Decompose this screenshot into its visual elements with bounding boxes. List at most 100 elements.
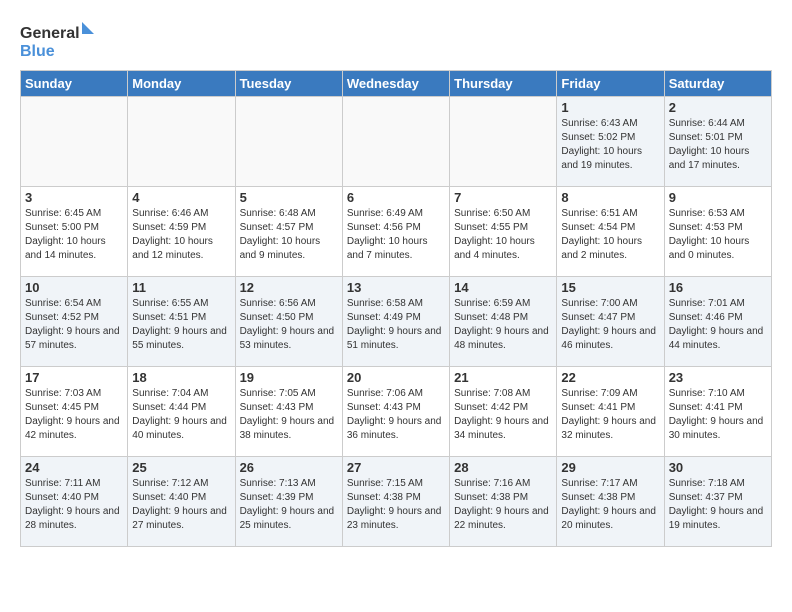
- day-info: Sunrise: 7:04 AM Sunset: 4:44 PM Dayligh…: [132, 387, 230, 443]
- header-thursday: Thursday: [450, 71, 557, 97]
- calendar-cell: 30Sunrise: 7:18 AM Sunset: 4:37 PM Dayli…: [664, 457, 771, 547]
- day-number: 6: [347, 190, 445, 205]
- day-info: Sunrise: 7:15 AM Sunset: 4:38 PM Dayligh…: [347, 477, 445, 533]
- calendar-cell: 16Sunrise: 7:01 AM Sunset: 4:46 PM Dayli…: [664, 277, 771, 367]
- day-number: 4: [132, 190, 230, 205]
- day-number: 5: [240, 190, 338, 205]
- day-number: 17: [25, 370, 123, 385]
- logo: GeneralBlue: [20, 20, 100, 60]
- day-number: 21: [454, 370, 552, 385]
- day-info: Sunrise: 6:59 AM Sunset: 4:48 PM Dayligh…: [454, 297, 552, 353]
- calendar-cell: 11 Sunrise: 6:55 AM Sunset: 4:51 PM Dayli…: [128, 277, 235, 367]
- calendar-cell: [128, 97, 235, 187]
- calendar-cell: [450, 97, 557, 187]
- calendar-cell: 28 Sunrise: 7:16 AM Sunset: 4:38 PM Dayli…: [450, 457, 557, 547]
- day-number: 12: [240, 280, 338, 295]
- week-row-0: 1 Sunrise: 6:43 AM Sunset: 5:02 PM Daylig…: [21, 97, 772, 187]
- header-saturday: Saturday: [664, 71, 771, 97]
- header-row: SundayMondayTuesdayWednesdayThursdayFrid…: [21, 71, 772, 97]
- calendar-cell: 18 Sunrise: 7:04 AM Sunset: 4:44 PM Dayli…: [128, 367, 235, 457]
- day-info: Sunrise: 7:11 AM Sunset: 4:40 PM Dayligh…: [25, 477, 123, 533]
- calendar-cell: 27 Sunrise: 7:15 AM Sunset: 4:38 PM Dayli…: [342, 457, 449, 547]
- calendar-cell: 15Sunrise: 7:00 AM Sunset: 4:47 PM Dayli…: [557, 277, 664, 367]
- day-info: Sunrise: 7:13 AM Sunset: 4:39 PM Dayligh…: [240, 477, 338, 533]
- day-info: Sunrise: 6:43 AM Sunset: 5:02 PM Dayligh…: [561, 117, 659, 173]
- calendar-cell: 21Sunrise: 7:08 AM Sunset: 4:42 PM Dayli…: [450, 367, 557, 457]
- day-number: 13: [347, 280, 445, 295]
- day-info: Sunrise: 7:06 AM Sunset: 4:43 PM Dayligh…: [347, 387, 445, 443]
- day-info: Sunrise: 6:50 AM Sunset: 4:55 PM Dayligh…: [454, 207, 552, 263]
- calendar-cell: 5 Sunrise: 6:48 AM Sunset: 4:57 PM Daylig…: [235, 187, 342, 277]
- day-number: 25: [132, 460, 230, 475]
- calendar-cell: 19 Sunrise: 7:05 AM Sunset: 4:43 PM Dayli…: [235, 367, 342, 457]
- day-info: Sunrise: 6:48 AM Sunset: 4:57 PM Dayligh…: [240, 207, 338, 263]
- day-info: Sunrise: 6:53 AM Sunset: 4:53 PM Dayligh…: [669, 207, 767, 263]
- day-info: Sunrise: 7:16 AM Sunset: 4:38 PM Dayligh…: [454, 477, 552, 533]
- calendar-cell: 6 Sunrise: 6:49 AM Sunset: 4:56 PM Daylig…: [342, 187, 449, 277]
- day-info: Sunrise: 7:17 AM Sunset: 4:38 PM Dayligh…: [561, 477, 659, 533]
- day-number: 29: [561, 460, 659, 475]
- day-number: 3: [25, 190, 123, 205]
- week-row-4: 24 Sunrise: 7:11 AM Sunset: 4:40 PM Dayli…: [21, 457, 772, 547]
- day-number: 24: [25, 460, 123, 475]
- day-number: 16: [669, 280, 767, 295]
- week-row-2: 10 Sunrise: 6:54 AM Sunset: 4:52 PM Dayli…: [21, 277, 772, 367]
- calendar-cell: 8Sunrise: 6:51 AM Sunset: 4:54 PM Daylig…: [557, 187, 664, 277]
- calendar-cell: 14 Sunrise: 6:59 AM Sunset: 4:48 PM Dayli…: [450, 277, 557, 367]
- calendar-cell: 9Sunrise: 6:53 AM Sunset: 4:53 PM Daylig…: [664, 187, 771, 277]
- calendar-cell: 22 Sunrise: 7:09 AM Sunset: 4:41 PM Dayli…: [557, 367, 664, 457]
- day-number: 23: [669, 370, 767, 385]
- calendar-cell: 1 Sunrise: 6:43 AM Sunset: 5:02 PM Daylig…: [557, 97, 664, 187]
- header-tuesday: Tuesday: [235, 71, 342, 97]
- day-number: 30: [669, 460, 767, 475]
- day-number: 28: [454, 460, 552, 475]
- calendar-cell: 3Sunrise: 6:45 AM Sunset: 5:00 PM Daylig…: [21, 187, 128, 277]
- calendar-cell: 29 Sunrise: 7:17 AM Sunset: 4:38 PM Dayli…: [557, 457, 664, 547]
- header-wednesday: Wednesday: [342, 71, 449, 97]
- calendar-cell: 10 Sunrise: 6:54 AM Sunset: 4:52 PM Dayli…: [21, 277, 128, 367]
- logo-svg: GeneralBlue: [20, 20, 100, 60]
- calendar-cell: 7 Sunrise: 6:50 AM Sunset: 4:55 PM Daylig…: [450, 187, 557, 277]
- calendar-cell: 24 Sunrise: 7:11 AM Sunset: 4:40 PM Dayli…: [21, 457, 128, 547]
- day-number: 18: [132, 370, 230, 385]
- header: GeneralBlue: [20, 20, 772, 60]
- day-number: 19: [240, 370, 338, 385]
- week-row-3: 17Sunrise: 7:03 AM Sunset: 4:45 PM Dayli…: [21, 367, 772, 457]
- calendar-cell: 2 Sunrise: 6:44 AM Sunset: 5:01 PM Daylig…: [664, 97, 771, 187]
- day-info: Sunrise: 7:00 AM Sunset: 4:47 PM Dayligh…: [561, 297, 659, 353]
- calendar-cell: [235, 97, 342, 187]
- day-number: 20: [347, 370, 445, 385]
- day-info: Sunrise: 7:12 AM Sunset: 4:40 PM Dayligh…: [132, 477, 230, 533]
- header-friday: Friday: [557, 71, 664, 97]
- day-number: 22: [561, 370, 659, 385]
- day-number: 26: [240, 460, 338, 475]
- calendar-cell: 4 Sunrise: 6:46 AM Sunset: 4:59 PM Daylig…: [128, 187, 235, 277]
- calendar-cell: 26 Sunrise: 7:13 AM Sunset: 4:39 PM Dayli…: [235, 457, 342, 547]
- calendar-cell: 20 Sunrise: 7:06 AM Sunset: 4:43 PM Dayli…: [342, 367, 449, 457]
- week-row-1: 3Sunrise: 6:45 AM Sunset: 5:00 PM Daylig…: [21, 187, 772, 277]
- calendar-cell: [21, 97, 128, 187]
- calendar-cell: 13 Sunrise: 6:58 AM Sunset: 4:49 PM Dayli…: [342, 277, 449, 367]
- day-info: Sunrise: 6:56 AM Sunset: 4:50 PM Dayligh…: [240, 297, 338, 353]
- calendar-table: SundayMondayTuesdayWednesdayThursdayFrid…: [20, 70, 772, 547]
- day-number: 27: [347, 460, 445, 475]
- day-number: 7: [454, 190, 552, 205]
- day-number: 14: [454, 280, 552, 295]
- calendar-cell: 25 Sunrise: 7:12 AM Sunset: 4:40 PM Dayli…: [128, 457, 235, 547]
- day-info: Sunrise: 6:58 AM Sunset: 4:49 PM Dayligh…: [347, 297, 445, 353]
- day-number: 1: [561, 100, 659, 115]
- day-info: Sunrise: 6:44 AM Sunset: 5:01 PM Dayligh…: [669, 117, 767, 173]
- day-info: Sunrise: 6:49 AM Sunset: 4:56 PM Dayligh…: [347, 207, 445, 263]
- day-info: Sunrise: 6:55 AM Sunset: 4:51 PM Dayligh…: [132, 297, 230, 353]
- day-info: Sunrise: 7:09 AM Sunset: 4:41 PM Dayligh…: [561, 387, 659, 443]
- calendar-cell: 17Sunrise: 7:03 AM Sunset: 4:45 PM Dayli…: [21, 367, 128, 457]
- calendar-cell: [342, 97, 449, 187]
- day-info: Sunrise: 7:05 AM Sunset: 4:43 PM Dayligh…: [240, 387, 338, 443]
- day-info: Sunrise: 6:54 AM Sunset: 4:52 PM Dayligh…: [25, 297, 123, 353]
- day-number: 10: [25, 280, 123, 295]
- day-number: 2: [669, 100, 767, 115]
- calendar-cell: 12 Sunrise: 6:56 AM Sunset: 4:50 PM Dayli…: [235, 277, 342, 367]
- svg-text:Blue: Blue: [20, 43, 55, 60]
- day-info: Sunrise: 6:46 AM Sunset: 4:59 PM Dayligh…: [132, 207, 230, 263]
- day-number: 11: [132, 280, 230, 295]
